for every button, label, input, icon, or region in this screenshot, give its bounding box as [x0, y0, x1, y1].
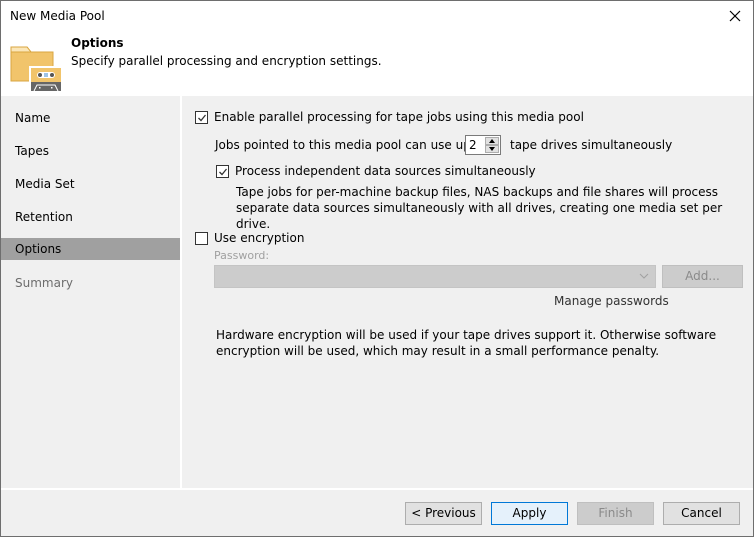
wizard-header: Options Specify parallel processing and …: [1, 31, 753, 96]
nav-item-label: Retention: [15, 210, 73, 224]
parallel-processing-checkbox[interactable]: [195, 111, 208, 124]
drives-suffix-label: tape drives simultaneously: [510, 138, 673, 152]
window-title: New Media Pool: [10, 9, 105, 23]
parallel-processing-label: Enable parallel processing for tape jobs…: [214, 110, 584, 124]
media-pool-folder-tape-icon: [9, 39, 61, 92]
page-subtitle: Specify parallel processing and encrypti…: [71, 54, 382, 68]
use-encryption-label: Use encryption: [214, 231, 305, 245]
independent-sources-label: Process independent data sources simulta…: [235, 164, 536, 178]
add-password-button: Add...: [662, 265, 743, 288]
page-title: Options: [71, 36, 124, 50]
check-icon: [198, 114, 207, 122]
use-encryption-checkbox[interactable]: [195, 232, 208, 245]
nav-item-media-set[interactable]: Media Set: [1, 173, 180, 195]
nav-item-tapes[interactable]: Tapes: [1, 140, 180, 162]
nav-item-label: Options: [15, 242, 62, 256]
nav-item-label: Summary: [15, 276, 73, 290]
stepper-up-button[interactable]: [485, 137, 499, 145]
close-icon[interactable]: [725, 6, 745, 26]
nav-item-retention[interactable]: Retention: [1, 206, 180, 228]
independent-sources-checkbox[interactable]: [216, 165, 229, 178]
independent-sources-description: Tape jobs for per-machine backup files, …: [236, 185, 723, 231]
manage-passwords-link[interactable]: Manage passwords: [554, 294, 669, 308]
arrow-down-icon: [489, 147, 495, 151]
apply-button[interactable]: Apply: [491, 502, 568, 525]
footer-divider: [1, 488, 753, 490]
nav-item-name[interactable]: Name: [1, 107, 180, 129]
arrow-up-icon: [489, 139, 495, 143]
previous-button[interactable]: < Previous: [405, 502, 482, 525]
encryption-note: Hardware encryption will be used if your…: [216, 328, 717, 358]
chevron-down-icon: [639, 273, 649, 279]
check-icon: [219, 168, 228, 176]
cancel-button[interactable]: Cancel: [663, 502, 740, 525]
options-panel: Enable parallel processing for tape jobs…: [182, 96, 753, 488]
nav-item-label: Media Set: [15, 177, 75, 191]
finish-button: Finish: [577, 502, 654, 525]
nav-item-label: Tapes: [15, 144, 49, 158]
new-media-pool-window: New Media Pool Options Specify parallel …: [0, 0, 754, 537]
password-dropdown: [214, 265, 656, 288]
stepper-down-button[interactable]: [485, 145, 499, 153]
drives-count-stepper[interactable]: 2: [465, 135, 501, 155]
password-label: Password:: [214, 249, 270, 262]
nav-item-options[interactable]: Options: [1, 238, 180, 260]
wizard-steps-nav: Name Tapes Media Set Retention Options S…: [1, 96, 180, 488]
nav-item-label: Name: [15, 111, 51, 125]
drives-count-value[interactable]: 2: [469, 138, 477, 152]
drives-prefix-label: Jobs pointed to this media pool can use …: [215, 138, 487, 152]
nav-item-summary: Summary: [1, 272, 180, 294]
title-bar: New Media Pool: [1, 1, 753, 31]
